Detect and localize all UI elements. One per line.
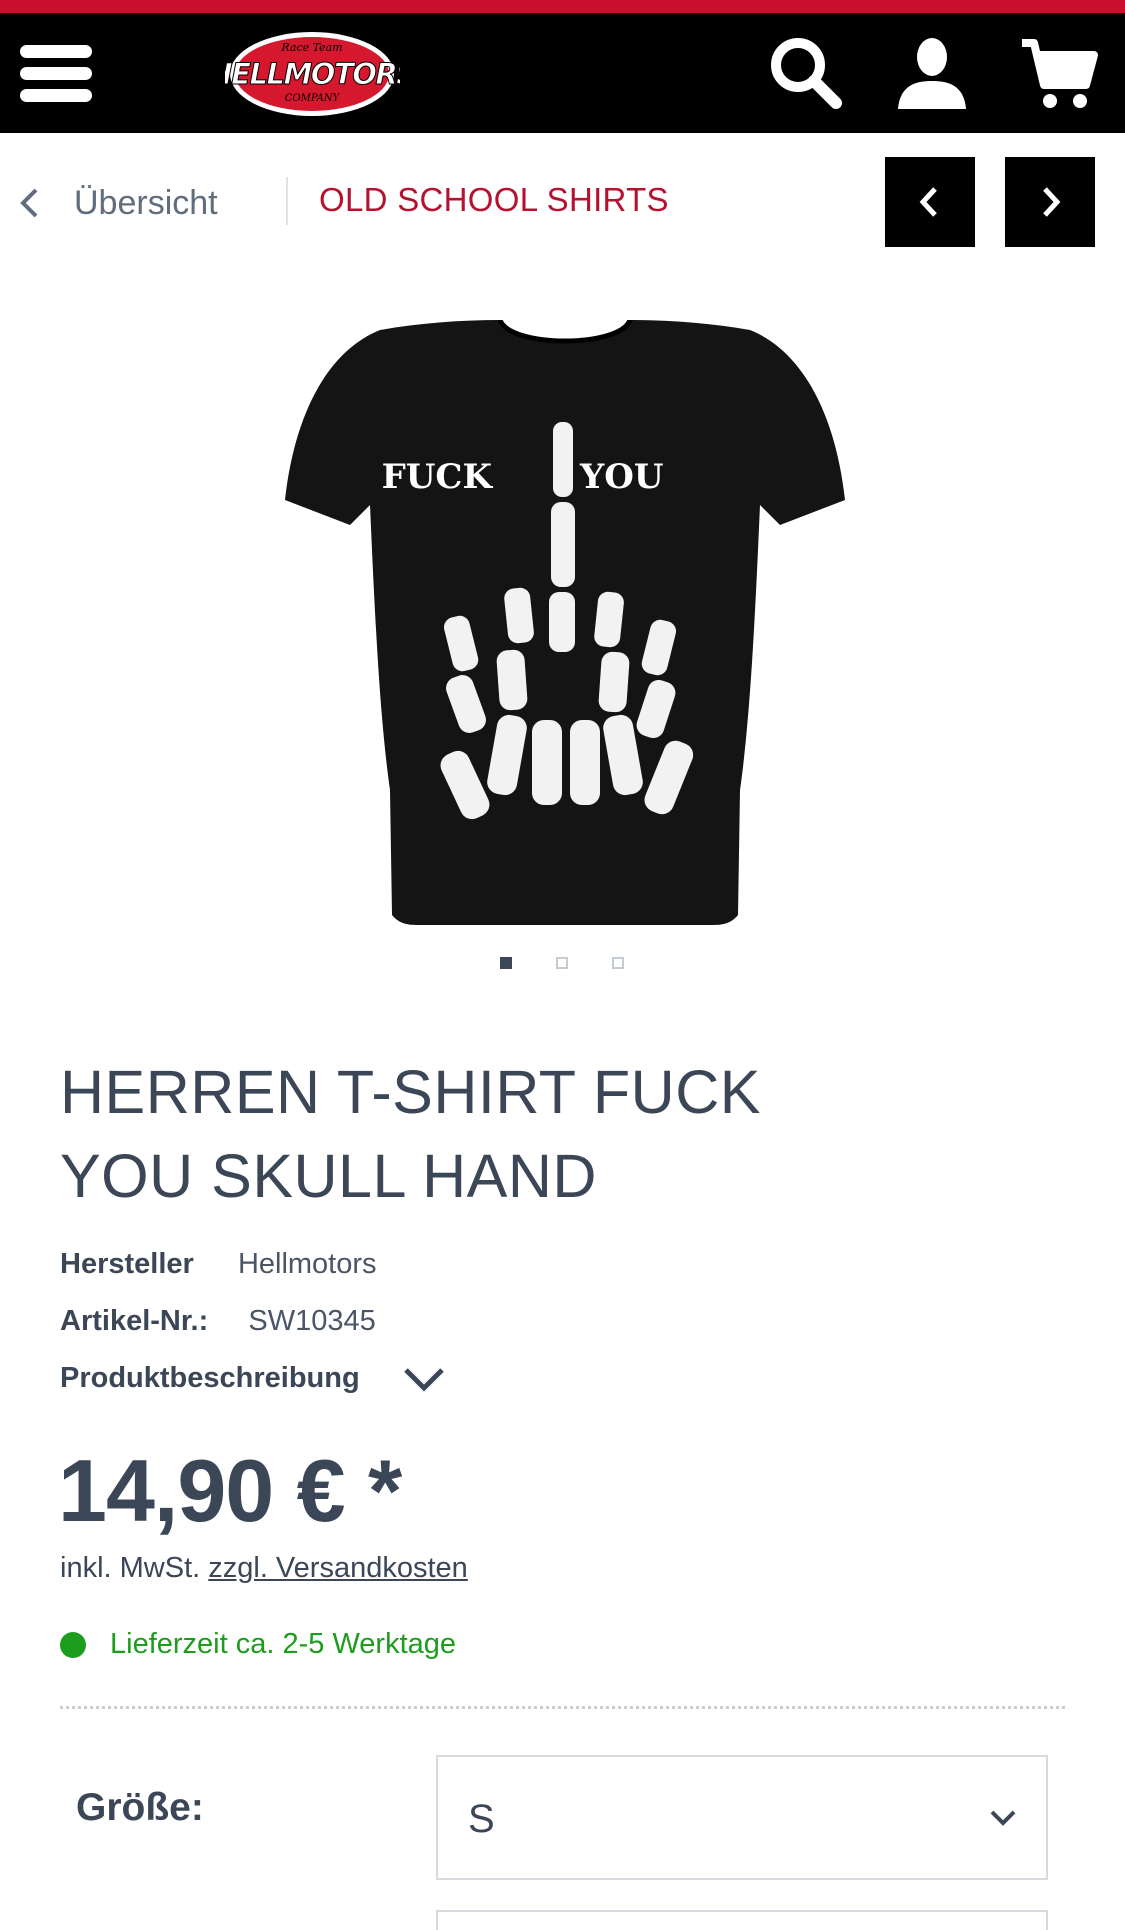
chevron-right-icon xyxy=(1043,187,1061,217)
size-label: Größe: xyxy=(76,1786,204,1829)
chevron-left-icon xyxy=(919,187,937,217)
next-product-button[interactable] xyxy=(1005,157,1095,247)
cart-icon[interactable] xyxy=(1018,33,1098,113)
site-header: Race Team HELLMOTORS COMPANY xyxy=(0,13,1125,133)
back-to-overview-link[interactable]: Übersicht xyxy=(18,181,218,225)
tax-text: inkl. MwSt. xyxy=(60,1552,201,1584)
manufacturer-row: Hersteller Hellmotors xyxy=(60,1248,377,1281)
chevron-left-icon xyxy=(20,188,38,218)
shirt-print-text-left: FUCK xyxy=(382,457,494,497)
size-select[interactable]: S xyxy=(436,1755,1048,1880)
carousel-dot-2[interactable] xyxy=(556,957,568,969)
product-title: HERREN T-SHIRT FUCK YOU SKULL HAND xyxy=(60,1058,761,1210)
section-divider xyxy=(60,1706,1065,1709)
delivery-time-text: Lieferzeit ca. 2-5 Werktage xyxy=(110,1628,457,1660)
quantity-select[interactable] xyxy=(436,1910,1048,1930)
size-select-value: S xyxy=(468,1797,495,1841)
breadcrumb: Übersicht OLD SCHOOL SHIRTS xyxy=(0,133,1125,268)
carousel-dot-3[interactable] xyxy=(612,957,624,969)
chevron-down-icon xyxy=(403,1367,444,1392)
product-price: 14,90 € * xyxy=(58,1441,402,1540)
article-number-value: SW10345 xyxy=(248,1305,376,1337)
product-image-tshirt[interactable]: FUCK YOU xyxy=(270,320,860,930)
logo-tagline-top: Race Team xyxy=(280,41,342,54)
previous-product-button[interactable] xyxy=(885,157,975,247)
search-icon[interactable] xyxy=(766,33,846,113)
tax-info: inkl. MwSt. zzgl. Versandkosten xyxy=(60,1552,468,1585)
top-accent-stripe xyxy=(0,0,1125,13)
back-link-label: Übersicht xyxy=(74,183,218,222)
logo-wordmark: HELLMOTORS xyxy=(225,57,400,91)
menu-icon[interactable] xyxy=(20,41,92,105)
article-number-row: Artikel-Nr.: SW10345 xyxy=(60,1305,376,1338)
manufacturer-label: Hersteller xyxy=(60,1248,194,1280)
shipping-costs-link[interactable]: zzgl. Versandkosten xyxy=(208,1552,468,1584)
article-number-label: Artikel-Nr.: xyxy=(60,1305,209,1337)
manufacturer-value: Hellmotors xyxy=(237,1248,377,1280)
carousel-dot-1[interactable] xyxy=(500,957,512,969)
availability-dot-icon xyxy=(60,1631,86,1658)
product-description-label: Produktbeschreibung xyxy=(60,1362,360,1394)
image-carousel-indicator xyxy=(0,957,1125,973)
breadcrumb-divider xyxy=(286,177,288,225)
logo-tagline-bottom: COMPANY xyxy=(285,93,341,104)
breadcrumb-category-link[interactable]: OLD SCHOOL SHIRTS xyxy=(319,181,669,219)
product-description-toggle[interactable]: Produktbeschreibung xyxy=(60,1362,446,1395)
account-icon[interactable] xyxy=(892,33,972,113)
brand-logo[interactable]: Race Team HELLMOTORS COMPANY xyxy=(225,29,400,119)
chevron-down-icon xyxy=(990,1810,1016,1826)
delivery-status: Lieferzeit ca. 2-5 Werktage xyxy=(60,1628,456,1661)
shirt-print-text-right: YOU xyxy=(579,457,664,497)
